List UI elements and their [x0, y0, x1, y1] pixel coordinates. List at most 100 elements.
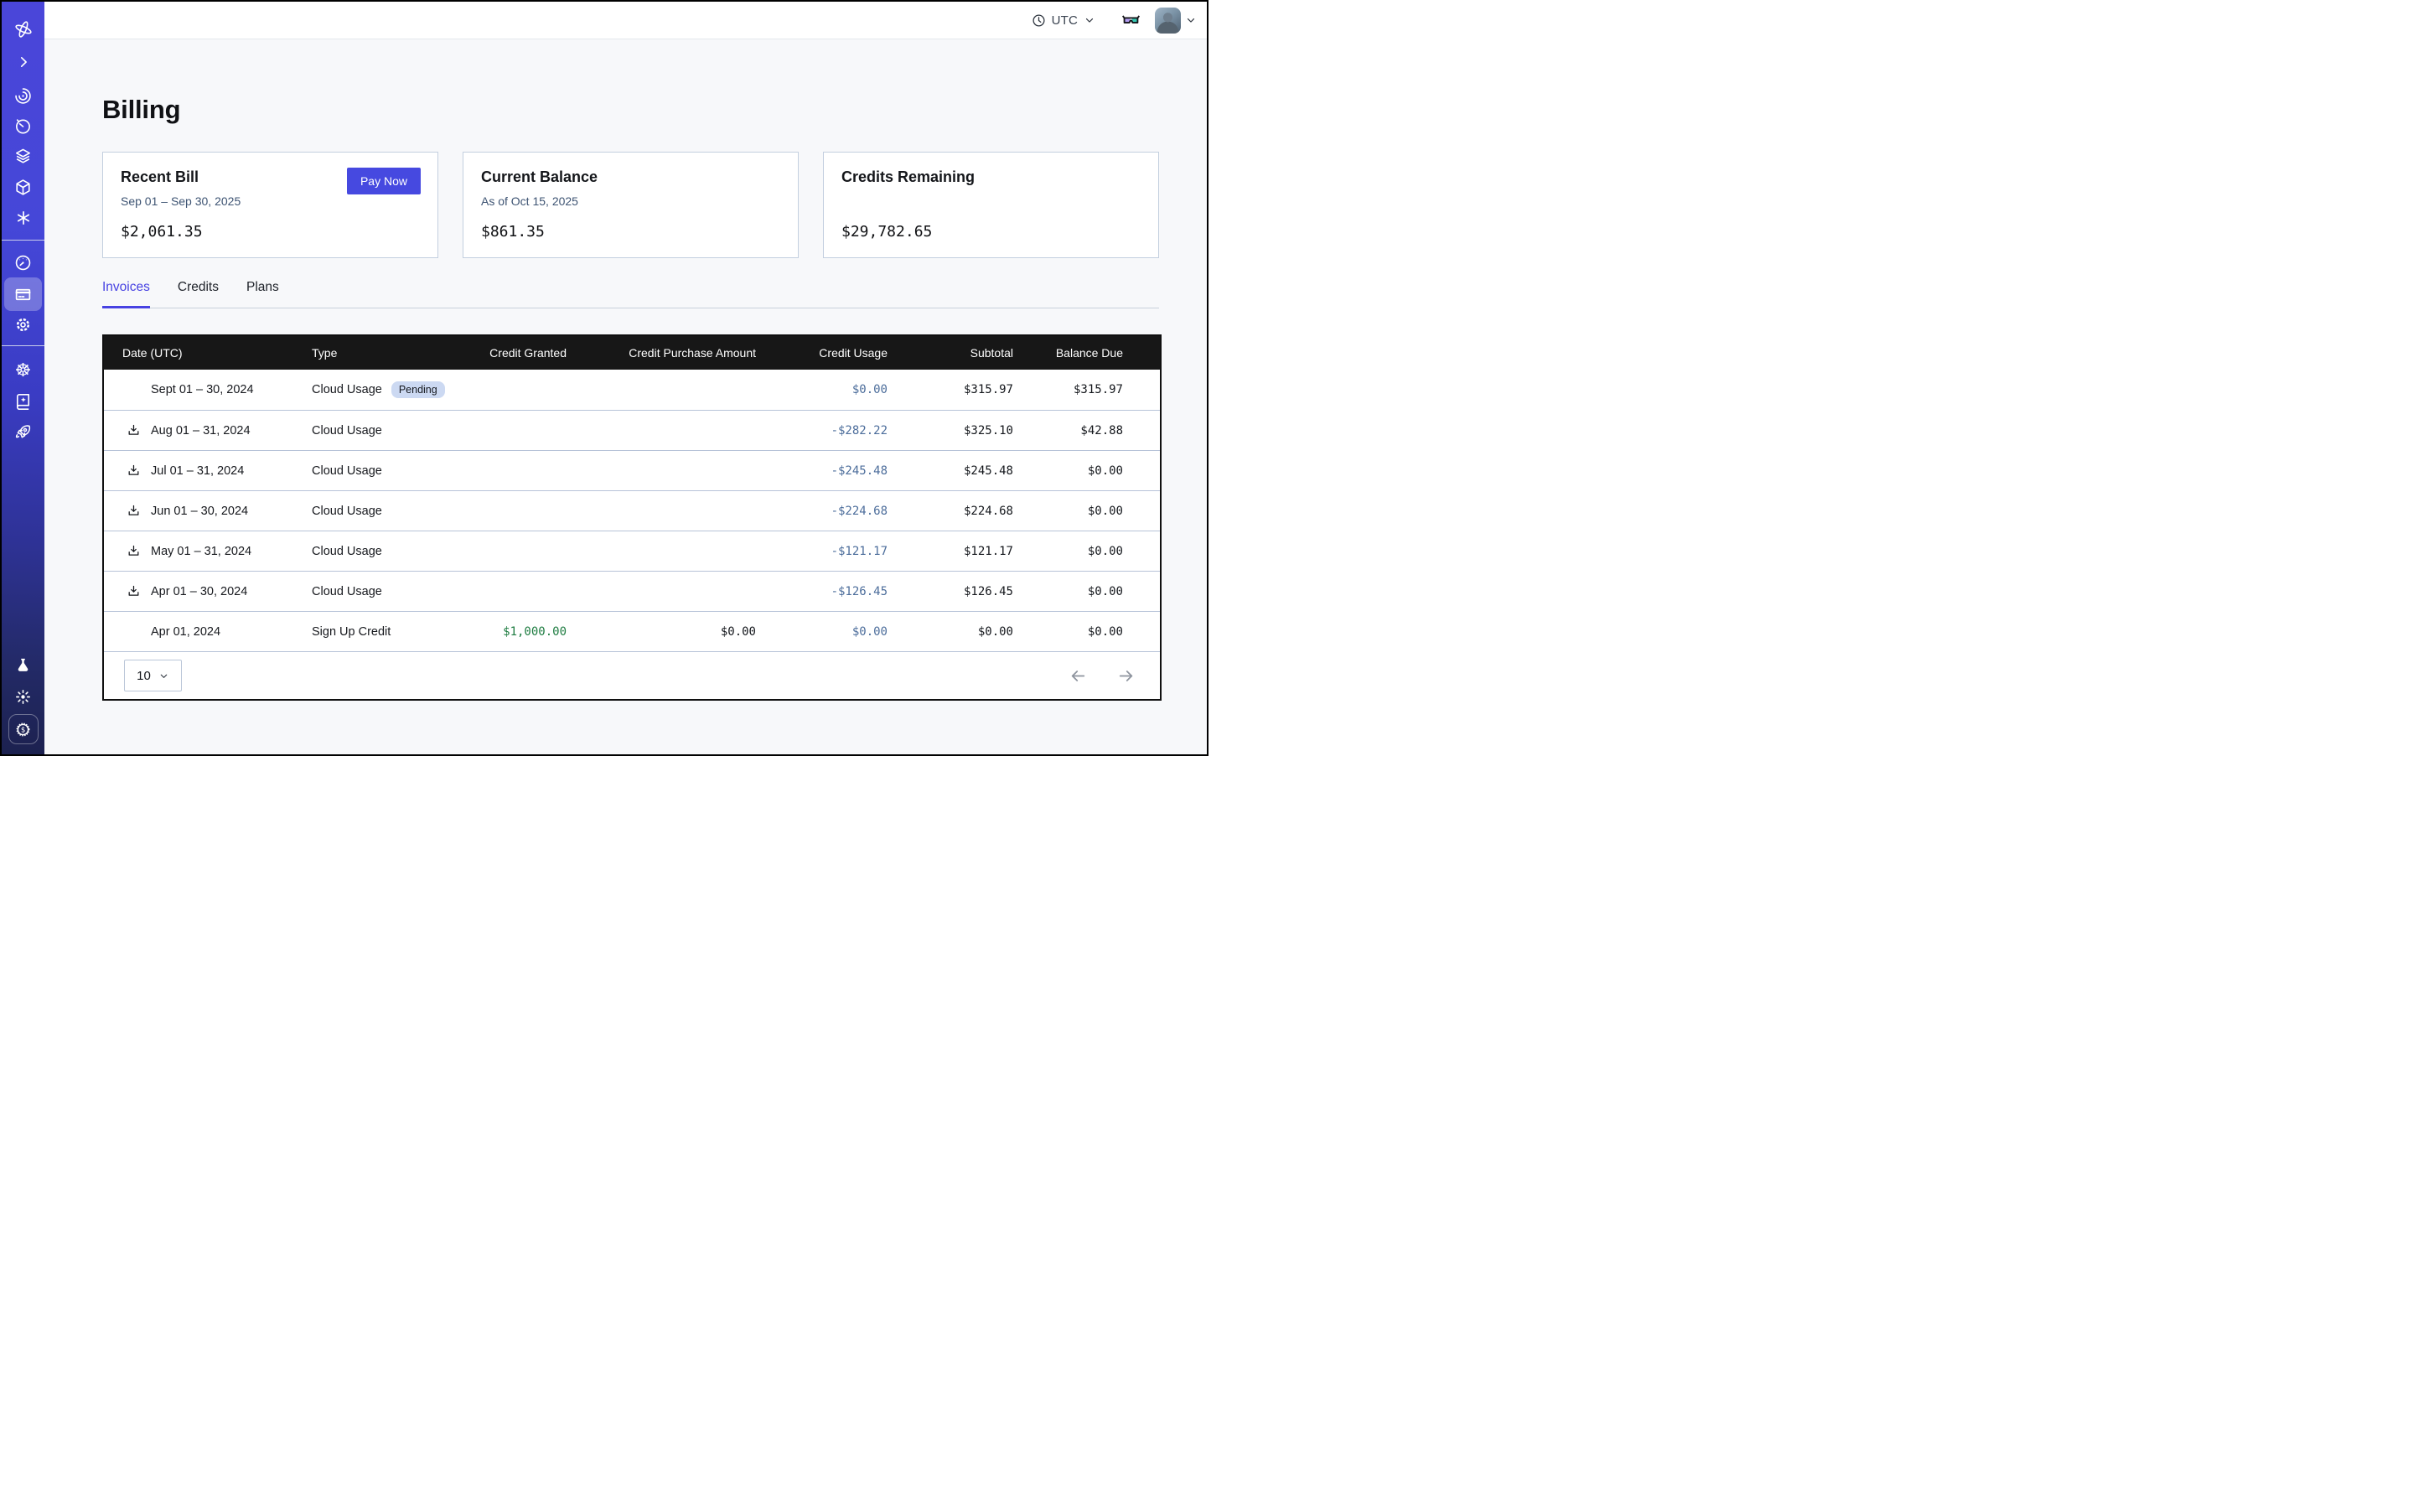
credits-button[interactable]: $: [8, 714, 39, 744]
download-invoice-icon[interactable]: [127, 423, 141, 438]
status-badge: Pending: [391, 381, 445, 399]
avatar[interactable]: [1155, 8, 1181, 34]
clock-icon: [1032, 13, 1046, 28]
invoice-date: Apr 01, 2024: [151, 625, 220, 639]
gauge-icon[interactable]: [13, 252, 34, 272]
invoice-type: Cloud Usage: [312, 383, 382, 396]
tab-plans[interactable]: Plans: [246, 280, 279, 308]
pagination: 10: [104, 651, 1160, 699]
timezone-selector[interactable]: UTC: [1032, 13, 1095, 28]
invoices-table: Date (UTC) Type Credit Granted Credit Pu…: [102, 334, 1162, 701]
subtotal-value: $224.68: [888, 505, 1013, 518]
invoice-type: Cloud Usage: [312, 505, 382, 518]
balance-due-value: $0.00: [1013, 585, 1160, 598]
subtotal-value: $315.97: [888, 383, 1013, 396]
recent-bill-card: Recent Bill Sep 01 – Sep 30, 2025 $2,061…: [102, 152, 438, 258]
tab-invoices[interactable]: Invoices: [102, 280, 150, 308]
download-invoice-icon[interactable]: [127, 584, 141, 598]
layers-icon[interactable]: [13, 146, 34, 166]
download-invoice-icon[interactable]: [127, 504, 141, 518]
dollar-badge-icon: $: [13, 720, 33, 739]
card-amount: $29,782.65: [841, 223, 932, 241]
tab-credits[interactable]: Credits: [178, 280, 219, 308]
asterisk-icon[interactable]: [13, 208, 34, 228]
card-title: Recent Bill: [121, 168, 199, 186]
current-balance-card: Current Balance As of Oct 15, 2025 $861.…: [463, 152, 799, 258]
table-row: Sept 01 – 30, 2024 Cloud Usage Pending $…: [104, 370, 1160, 410]
chevron-down-icon[interactable]: [1185, 14, 1197, 26]
invoice-type: Cloud Usage: [312, 585, 382, 598]
invoice-type: Cloud Usage: [312, 424, 382, 438]
previous-page-button[interactable]: [1069, 667, 1087, 685]
invoice-date: Aug 01 – 31, 2024: [151, 424, 251, 438]
pay-now-button[interactable]: Pay Now: [347, 168, 421, 194]
download-invoice-icon[interactable]: [127, 463, 141, 478]
column-header-subtotal: Subtotal: [888, 346, 1013, 360]
invoice-type: Cloud Usage: [312, 545, 382, 558]
credit-usage-value: $0.00: [756, 383, 888, 396]
credit-usage-value: -$245.48: [756, 464, 888, 478]
column-header-date: Date (UTC): [104, 346, 312, 360]
invoice-type: Cloud Usage: [312, 464, 382, 478]
app-window: ☸: [0, 0, 1208, 756]
next-page-button[interactable]: [1117, 667, 1135, 685]
spiral-icon[interactable]: [13, 85, 34, 106]
chevron-right-icon[interactable]: [13, 52, 34, 72]
credit-granted-value: $1,000.00: [437, 625, 567, 639]
sidebar: ☸: [2, 2, 44, 754]
summary-cards: Recent Bill Sep 01 – Sep 30, 2025 $2,061…: [102, 152, 1159, 258]
credit-usage-value: $0.00: [756, 625, 888, 639]
chevron-down-icon: [1084, 14, 1095, 26]
subtotal-value: $121.17: [888, 545, 1013, 558]
subtotal-value: $325.10: [888, 424, 1013, 438]
flask-icon[interactable]: [13, 655, 34, 676]
invoice-date: Apr 01 – 30, 2024: [151, 585, 247, 598]
invoice-type: Sign Up Credit: [312, 625, 391, 639]
svg-text:$: $: [21, 726, 25, 734]
timer-icon[interactable]: [13, 116, 34, 136]
billing-card-icon[interactable]: [13, 284, 34, 304]
column-header-credit-granted: Credit Granted: [437, 346, 567, 360]
table-row: Jul 01 – 31, 2024 Cloud Usage -$245.48 $…: [104, 450, 1160, 490]
card-amount: $861.35: [481, 223, 545, 241]
column-header-credit-usage: Credit Usage: [756, 346, 888, 360]
table-row: May 01 – 31, 2024 Cloud Usage -$121.17 $…: [104, 531, 1160, 571]
chevron-down-icon: [158, 671, 169, 681]
balance-due-value: $0.00: [1013, 625, 1160, 639]
download-invoice-icon[interactable]: [127, 544, 141, 558]
card-title: Credits Remaining: [841, 168, 975, 186]
main-content: Billing Recent Bill Sep 01 – Sep 30, 202…: [44, 39, 1207, 754]
balance-due-value: $0.00: [1013, 505, 1160, 518]
gear-icon[interactable]: [13, 314, 34, 334]
sun-icon[interactable]: [13, 686, 34, 707]
cube-icon[interactable]: [13, 177, 34, 197]
subtotal-value: $0.00: [888, 625, 1013, 639]
subtotal-value: $245.48: [888, 464, 1013, 478]
page-size-select[interactable]: 10: [124, 660, 182, 691]
page-size-value: 10: [137, 669, 151, 683]
logo-icon[interactable]: [13, 19, 34, 39]
column-header-balance-due: Balance Due: [1013, 346, 1160, 360]
topbar: UTC: [44, 2, 1207, 39]
helm-icon[interactable]: ☸: [13, 361, 34, 381]
invoice-date: May 01 – 31, 2024: [151, 545, 251, 558]
balance-due-value: $0.00: [1013, 545, 1160, 558]
3d-glasses-icon[interactable]: [1121, 10, 1141, 31]
card-subtitle: As of Oct 15, 2025: [481, 194, 578, 208]
card-amount: $2,061.35: [121, 223, 203, 241]
balance-due-value: $0.00: [1013, 464, 1160, 478]
table-row: Aug 01 – 31, 2024 Cloud Usage -$282.22 $…: [104, 410, 1160, 450]
table-row: Apr 01 – 30, 2024 Cloud Usage -$126.45 $…: [104, 571, 1160, 611]
page-title: Billing: [102, 95, 1159, 125]
table-row: Apr 01, 2024 Sign Up Credit $1,000.00 $0…: [104, 611, 1160, 651]
balance-due-value: $315.97: [1013, 383, 1160, 396]
book-sparkle-icon[interactable]: [13, 391, 34, 412]
table-body: Sept 01 – 30, 2024 Cloud Usage Pending $…: [104, 370, 1160, 651]
credit-purchase-value: $0.00: [567, 625, 756, 639]
invoice-date: Jul 01 – 31, 2024: [151, 464, 244, 478]
rocket-icon[interactable]: [13, 422, 34, 442]
subtotal-value: $126.45: [888, 585, 1013, 598]
credit-usage-value: -$224.68: [756, 505, 888, 518]
billing-tabs: Invoices Credits Plans: [102, 280, 1159, 308]
credit-usage-value: -$121.17: [756, 545, 888, 558]
